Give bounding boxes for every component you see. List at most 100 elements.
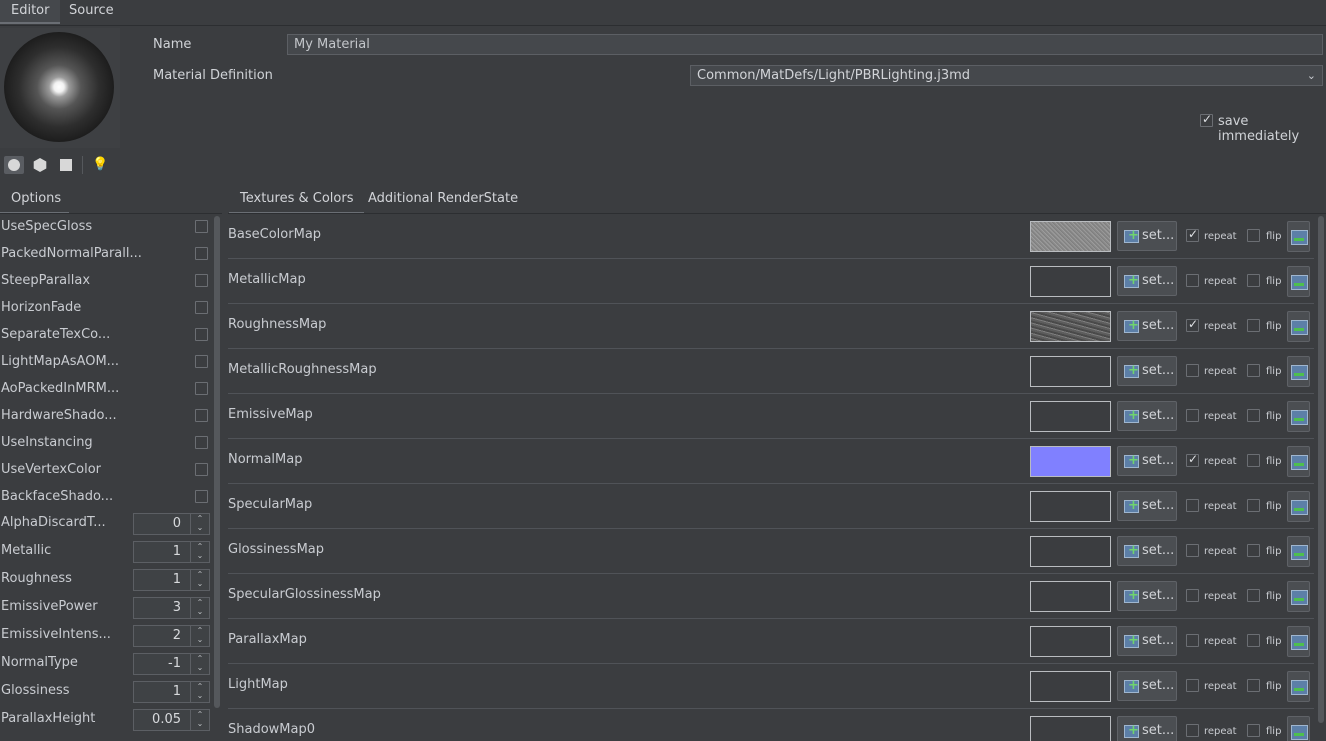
texture-thumbnail[interactable] [1030, 536, 1111, 567]
set-texture-button[interactable]: set... [1117, 626, 1177, 656]
option-checkbox[interactable] [195, 274, 208, 287]
texture-preview-icon[interactable] [1287, 446, 1310, 477]
texture-preview-icon[interactable] [1287, 221, 1310, 252]
flip-checkbox[interactable] [1247, 499, 1260, 512]
texture-preview-icon[interactable] [1287, 491, 1310, 522]
set-texture-button[interactable]: set... [1117, 536, 1177, 566]
repeat-checkbox[interactable] [1186, 317, 1199, 332]
option-spinner[interactable]: 1 ⌃ ⌄ [133, 541, 210, 563]
flip-checkbox[interactable] [1247, 229, 1260, 242]
option-checkbox[interactable] [195, 382, 208, 395]
save-immediately-checkbox[interactable] [1200, 112, 1213, 127]
option-spinner[interactable]: 0 ⌃ ⌄ [133, 513, 210, 535]
option-checkbox[interactable] [195, 436, 208, 449]
flip-checkbox[interactable] [1247, 544, 1260, 557]
texture-preview-icon[interactable] [1287, 536, 1310, 567]
spinner-arrows-icon[interactable]: ⌃ ⌄ [190, 514, 209, 534]
texture-preview-icon[interactable] [1287, 266, 1310, 297]
repeat-checkbox[interactable] [1186, 409, 1199, 422]
set-texture-button[interactable]: set... [1117, 581, 1177, 611]
texture-thumbnail[interactable] [1030, 581, 1111, 612]
flip-checkbox[interactable] [1247, 454, 1260, 467]
flip-checkbox[interactable] [1247, 589, 1260, 602]
repeat-checkbox[interactable] [1186, 274, 1199, 287]
texture-thumbnail[interactable] [1030, 446, 1111, 477]
option-checkbox[interactable] [195, 328, 208, 341]
set-texture-button[interactable]: set... [1117, 446, 1177, 476]
set-texture-button[interactable]: set... [1117, 356, 1177, 386]
set-texture-button[interactable]: set... [1117, 401, 1177, 431]
option-checkbox[interactable] [195, 301, 208, 314]
option-spinner[interactable]: 0.05 ⌃ ⌄ [133, 709, 210, 731]
texture-thumbnail[interactable] [1030, 266, 1111, 297]
spinner-arrows-icon[interactable]: ⌃ ⌄ [190, 710, 209, 730]
texture-preview-icon[interactable] [1287, 356, 1310, 387]
repeat-checkbox[interactable] [1186, 724, 1199, 737]
material-definition-select[interactable]: Common/MatDefs/Light/PBRLighting.j3md ⌄ [690, 65, 1323, 86]
option-spinner[interactable]: 1 ⌃ ⌄ [133, 569, 210, 591]
option-spinner[interactable]: 1 ⌃ ⌄ [133, 681, 210, 703]
texture-preview-icon[interactable] [1287, 671, 1310, 702]
option-spinner[interactable]: -1 ⌃ ⌄ [133, 653, 210, 675]
flip-checkbox[interactable] [1247, 634, 1260, 647]
option-checkbox[interactable] [195, 247, 208, 260]
repeat-checkbox[interactable] [1186, 364, 1199, 377]
set-texture-button[interactable]: set... [1117, 221, 1177, 251]
sphere-preview-button[interactable] [4, 156, 24, 174]
texture-thumbnail[interactable] [1030, 221, 1111, 252]
textures-scrollbar[interactable] [1318, 216, 1324, 723]
set-texture-button[interactable]: set... [1117, 491, 1177, 521]
option-spinner[interactable]: 3 ⌃ ⌄ [133, 597, 210, 619]
flip-checkbox[interactable] [1247, 409, 1260, 422]
option-checkbox[interactable] [195, 409, 208, 422]
texture-preview-icon[interactable] [1287, 626, 1310, 657]
tab-additional-renderstate[interactable]: Additional RenderState [357, 188, 529, 214]
repeat-checkbox[interactable] [1186, 452, 1199, 467]
name-input[interactable]: My Material [287, 34, 1323, 55]
texture-thumbnail[interactable] [1030, 401, 1111, 432]
set-texture-button[interactable]: set... [1117, 716, 1177, 741]
texture-preview-icon[interactable] [1287, 581, 1310, 612]
option-checkbox[interactable] [195, 463, 208, 476]
flip-checkbox[interactable] [1247, 724, 1260, 737]
cube-preview-button[interactable] [30, 156, 50, 174]
repeat-checkbox[interactable] [1186, 499, 1199, 512]
quad-preview-button[interactable] [56, 156, 76, 174]
option-checkbox[interactable] [195, 220, 208, 233]
texture-thumbnail[interactable] [1030, 311, 1111, 342]
tab-editor[interactable]: Editor [0, 0, 61, 24]
repeat-checkbox[interactable] [1186, 589, 1199, 602]
spinner-arrows-icon[interactable]: ⌃ ⌄ [190, 654, 209, 674]
spinner-arrows-icon[interactable]: ⌃ ⌄ [190, 570, 209, 590]
options-scrollbar[interactable] [214, 216, 220, 708]
repeat-checkbox[interactable] [1186, 634, 1199, 647]
option-checkbox[interactable] [195, 355, 208, 368]
spinner-arrows-icon[interactable]: ⌃ ⌄ [190, 542, 209, 562]
texture-thumbnail[interactable] [1030, 671, 1111, 702]
flip-checkbox[interactable] [1247, 319, 1260, 332]
tab-textures-colors[interactable]: Textures & Colors [229, 188, 365, 214]
texture-thumbnail[interactable] [1030, 716, 1111, 741]
flip-checkbox[interactable] [1247, 679, 1260, 692]
repeat-checkbox[interactable] [1186, 679, 1199, 692]
set-texture-button[interactable]: set... [1117, 671, 1177, 701]
option-checkbox[interactable] [195, 490, 208, 503]
tab-options[interactable]: Options [0, 188, 69, 214]
repeat-checkbox[interactable] [1186, 227, 1199, 242]
texture-thumbnail[interactable] [1030, 626, 1111, 657]
flip-checkbox[interactable] [1247, 364, 1260, 377]
spinner-arrows-icon[interactable]: ⌃ ⌄ [190, 626, 209, 646]
set-texture-button[interactable]: set... [1117, 311, 1177, 341]
option-spinner[interactable]: 2 ⌃ ⌄ [133, 625, 210, 647]
texture-thumbnail[interactable] [1030, 491, 1111, 522]
tab-source[interactable]: Source [58, 0, 125, 24]
spinner-arrows-icon[interactable]: ⌃ ⌄ [190, 682, 209, 702]
repeat-checkbox[interactable] [1186, 544, 1199, 557]
texture-preview-icon[interactable] [1287, 401, 1310, 432]
texture-preview-icon[interactable] [1287, 311, 1310, 342]
flip-checkbox[interactable] [1247, 274, 1260, 287]
texture-preview-icon[interactable] [1287, 716, 1310, 741]
set-texture-button[interactable]: set... [1117, 266, 1177, 296]
spinner-arrows-icon[interactable]: ⌃ ⌄ [190, 598, 209, 618]
light-bulb-icon[interactable]: 💡 [92, 156, 108, 174]
